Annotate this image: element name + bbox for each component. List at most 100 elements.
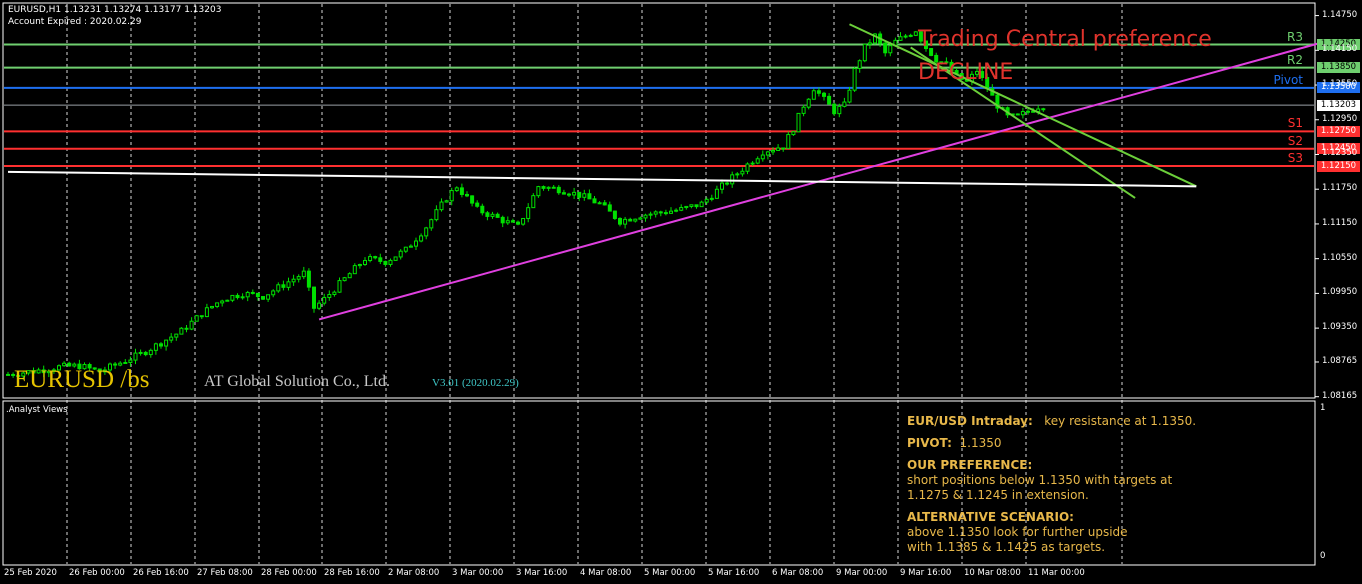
candle-body: [495, 213, 500, 218]
candle-body: [694, 204, 699, 208]
company-name: AT Global Solution Co., Ltd.: [204, 373, 390, 390]
candle-body: [679, 207, 684, 211]
candle-body: [903, 35, 908, 38]
candle-body: [225, 299, 230, 302]
candle-body: [322, 296, 327, 304]
candle-body: [317, 302, 322, 309]
candle-body: [449, 190, 454, 202]
candle-body: [459, 187, 464, 195]
candle-body: [505, 220, 510, 224]
candle-body: [337, 280, 342, 293]
candle-body: [776, 147, 781, 152]
candle-body: [276, 284, 281, 292]
candle-body: [842, 101, 847, 107]
candle-body: [250, 291, 255, 294]
candle-body: [755, 158, 760, 164]
pivot-line: PIVOT: 1.1350: [907, 436, 1227, 451]
candle-body: [740, 170, 745, 175]
candle-body: [888, 45, 893, 54]
candle-body: [398, 250, 403, 258]
candle-body: [291, 278, 296, 283]
current-price-tag: 1.13203: [1317, 99, 1360, 111]
alternative-block: ALTERNATIVE SCENARIO: above 1.1350 look …: [907, 510, 1227, 555]
candle-body: [439, 201, 444, 211]
candle-body: [816, 90, 821, 94]
candle-body: [786, 134, 791, 149]
candle-body: [454, 187, 459, 192]
candle-body: [266, 294, 271, 300]
candle-body: [781, 147, 786, 150]
candle-body: [526, 207, 531, 219]
analyst-views-panel: EUR/USD Intraday: key resistance at 1.13…: [907, 414, 1227, 562]
candle-body: [1026, 110, 1030, 113]
time-tick-label: 2 Mar 08:00: [388, 568, 440, 578]
level-name-s1: S1: [1287, 116, 1303, 131]
candle-body: [500, 216, 505, 224]
pivot-value: 1.1350: [959, 436, 1002, 450]
time-tick-label: 5 Mar 16:00: [708, 568, 760, 578]
time-tick-label: 27 Feb 08:00: [197, 568, 253, 578]
candle-body: [643, 214, 648, 219]
candle-body: [332, 291, 337, 296]
price-tick-label: 1.14150: [1322, 44, 1358, 55]
candle-body: [847, 89, 852, 103]
candle-body: [113, 363, 118, 366]
candle-body: [623, 218, 628, 225]
candle-body: [913, 31, 918, 36]
candle-body: [806, 98, 811, 108]
candle-body: [607, 204, 612, 212]
candle-body: [556, 186, 561, 194]
preference-title: Trading Central preference: [918, 27, 1212, 52]
time-tick-label: 9 Mar 00:00: [836, 568, 888, 578]
main-window-frame: [2, 2, 1316, 399]
candle-body: [516, 221, 520, 225]
candle-body: [408, 245, 413, 248]
candle-body: [592, 198, 597, 204]
candle-body: [230, 294, 235, 301]
candle-body: [169, 336, 174, 341]
candle-body: [653, 211, 658, 215]
candle-body: [577, 191, 582, 198]
time-tick-label: 9 Mar 16:00: [900, 568, 952, 578]
time-tick-label: 3 Mar 00:00: [452, 568, 504, 578]
subwindow-scale-top: 1: [1320, 403, 1326, 413]
intraday-value: key resistance at 1.1350.: [1044, 414, 1197, 428]
candle-body: [867, 42, 872, 45]
level-price-tag-s3: 1.12150: [1317, 160, 1360, 172]
candle-body: [837, 105, 842, 115]
candle-body: [485, 212, 490, 217]
candle-body: [561, 192, 566, 195]
time-tick-label: 28 Feb 16:00: [324, 568, 380, 578]
candle-body: [612, 210, 617, 219]
candle-body: [490, 213, 495, 217]
candle-body: [164, 339, 169, 347]
time-tick-label: 5 Mar 00:00: [644, 568, 696, 578]
preference-heading: OUR PREFERENCE:: [907, 458, 1033, 472]
candle-body: [597, 202, 602, 205]
candle-body: [245, 291, 250, 298]
candle-body: [541, 186, 546, 189]
candle-body: [138, 351, 143, 354]
candle-body: [281, 284, 286, 288]
candle-body: [403, 246, 408, 252]
trendline-support-base: [7, 170, 1197, 188]
candle-body: [531, 195, 536, 209]
candle-body: [434, 209, 439, 221]
level-name-pivot: Pivot: [1273, 72, 1303, 87]
candle-body: [378, 257, 383, 262]
candle-body: [674, 209, 679, 212]
candle-body: [357, 264, 362, 267]
time-tick-label: 10 Mar 08:00: [964, 568, 1021, 578]
time-tick-label: 3 Mar 16:00: [516, 568, 568, 578]
candle-body: [745, 163, 750, 172]
candle-body: [388, 259, 393, 265]
candle-body: [133, 352, 138, 361]
candle-body: [153, 343, 158, 351]
candle-body: [368, 256, 373, 262]
price-tick-label: 1.11750: [1322, 183, 1358, 194]
price-tick-label: 1.08765: [1322, 355, 1358, 366]
candle-body: [342, 277, 347, 282]
candle-body: [347, 273, 352, 279]
candle-body: [760, 154, 765, 160]
price-tick-label: 1.12950: [1322, 113, 1358, 124]
